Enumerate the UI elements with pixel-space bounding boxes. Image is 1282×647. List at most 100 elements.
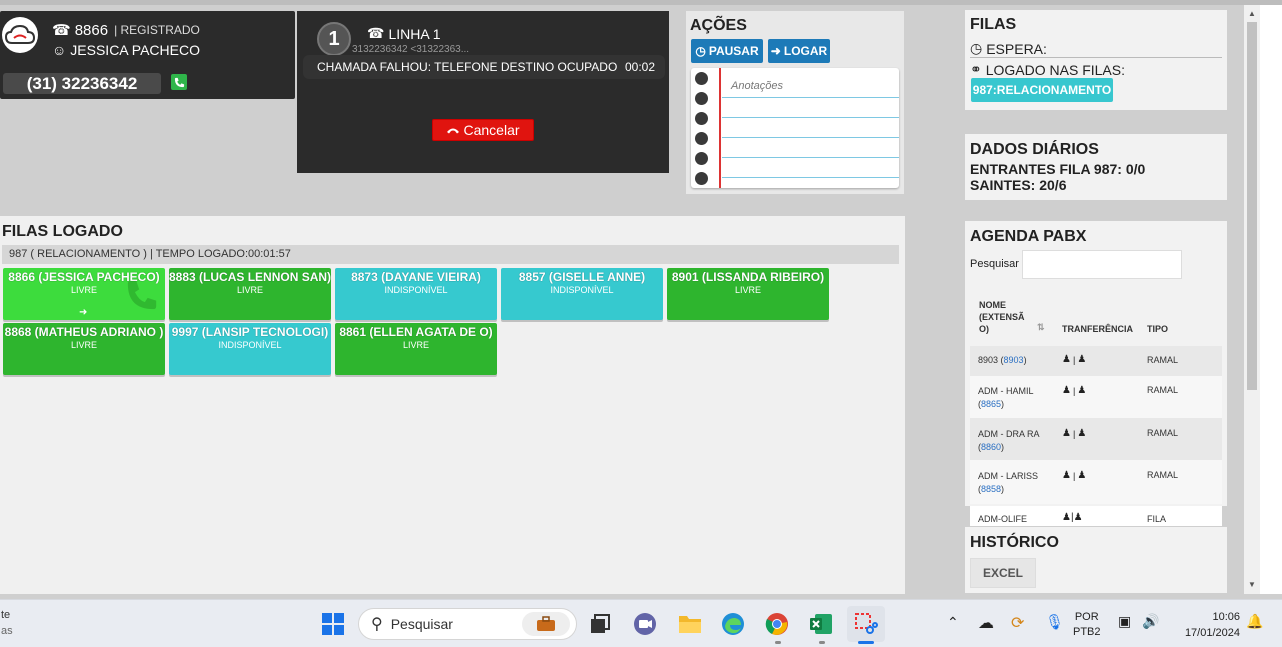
pause-button[interactable]: ◷ PAUSAR [691,39,763,63]
column-name[interactable]: NOME (EXTENSÃ O) [979,299,1027,335]
agent-tile-label: 8868 (MATHEUS ADRIANO ) [4,325,164,339]
contact-name: 8903 (8903) [978,355,1027,365]
extension-link[interactable]: 8865 [981,399,1001,409]
agent-tile-status: LIVRE [70,340,97,350]
notes-pad[interactable]: Anotações [691,68,899,188]
login-button[interactable]: ➜ LOGAR [768,39,830,63]
windows-start-icon[interactable] [321,612,345,636]
transfer-blind-icon[interactable]: ♟ [1077,354,1086,365]
notification-bell-icon[interactable]: 🔔 [1246,613,1263,630]
chevron-up-icon[interactable]: ⌃ [947,614,959,631]
taskbar-left-text: te [1,609,11,621]
notepad-margin-line [719,68,721,188]
transfer-user-icon[interactable]: ♟ [1062,385,1071,396]
transfer-icons: ♟ | ♟ [1062,470,1087,481]
queue-badge[interactable]: 987:RELACIONAMENTO [971,78,1113,102]
agent-tile[interactable]: 9997 (LANSIP TECNOLOGI) INDISPONÍVEL [169,323,331,375]
agent-tile[interactable]: 8873 (DAYANE VIEIRA) INDISPONÍVEL [335,268,497,320]
scroll-down-icon[interactable]: ▼ [1244,578,1260,592]
agent-tile[interactable]: 8857 (GISELLE ANNE) INDISPONÍVEL [501,268,663,320]
transfer-icons: ♟ | ♟ [1062,354,1087,365]
waiting-label: ESPERA: [986,40,1047,57]
line-panel: 1 ☎ LINHA 1 3132236342 <31322363... CHAM… [297,11,669,173]
file-explorer-icon[interactable] [678,612,702,636]
vertical-scrollbar[interactable]: ▲ ▼ [1244,5,1260,594]
history-panel: HISTÓRICO EXCEL [965,527,1227,593]
briefcase-icon [522,612,570,636]
extension-link[interactable]: 8903 [1004,355,1024,365]
agent-tile-status: LIVRE [236,285,263,295]
call-icon[interactable] [171,74,187,90]
network-icon[interactable]: ▣ [1118,613,1131,630]
extension-link[interactable]: 8858 [981,484,1001,494]
snipping-tool-icon[interactable] [854,612,878,636]
microphone-icon[interactable]: 🎙 [1045,613,1064,631]
transfer-icons: ♟ | ♟ [1062,385,1087,396]
agent-tile-label: 8857 (GISELLE ANNE) [518,270,646,284]
search-placeholder: Pesquisar [390,616,453,632]
queue-login-info: 987 ( RELACIONAMENTO ) | TEMPO LOGADO:00… [2,245,899,264]
column-type[interactable]: TIPO [1147,324,1168,334]
top-border [0,0,1282,5]
table-row: ADM-OLIFE ♟|♟ FILA [970,506,1222,526]
agent-tile-label: 8873 (DAYANE VIEIRA) [351,270,481,284]
table-row: 8903 (8903) ♟ | ♟ RAMAL [970,346,1222,376]
transfer-icons: ♟ | ♟ [1062,428,1087,439]
daily-data-title: DADOS DIÁRIOS [970,141,1099,158]
chrome-browser-icon[interactable] [765,612,789,636]
volume-icon[interactable]: 🔊 [1142,613,1159,630]
contact-name: ADM - DRA RA (8860) [978,429,1040,452]
agent-tile[interactable]: 8868 (MATHEUS ADRIANO ) LIVRE [3,323,165,375]
agent-tile[interactable]: 8861 (ELLEN AGATA DE O) LIVRE [335,323,497,375]
transfer-user-icon[interactable]: ♟ [1062,354,1071,365]
agent-tile[interactable]: 8883 (LUCAS LENNON SAN) LIVRE [169,268,331,320]
directory-search-input[interactable] [1022,250,1182,279]
cancel-label: Cancelar [463,122,520,138]
actions-title: AÇÕES [690,17,747,34]
agent-tile-label: 8901 (LISSANDA RIBEIRO) [671,270,825,284]
excel-export-button[interactable]: EXCEL [970,558,1036,588]
onedrive-icon[interactable]: ☁ [978,613,994,633]
agent-tile-status: LIVRE [734,285,761,295]
running-indicator [819,641,825,644]
scrollbar-thumb[interactable] [1247,22,1257,390]
queues-panel: FILAS ◷ ESPERA: ⚭ LOGADO NAS FILAS: 987:… [965,10,1227,110]
headset-icon: ⚭ [970,61,982,77]
registration-status: | REGISTRADO [114,23,200,37]
transfer-icons[interactable]: ♟|♟ [1062,512,1083,523]
phone-icon: ☎ [52,22,71,39]
taskbar-search[interactable]: ⚲ Pesquisar [358,608,577,640]
logged-queues-label: LOGADO NAS FILAS: [985,61,1125,78]
clock[interactable]: 10:06 17/01/2024 [1176,609,1240,641]
agent-tile-status: INDISPONÍVEL [550,285,614,295]
user-icon: ☺ [52,42,67,58]
waiting-row: ◷ ESPERA: [970,40,1047,57]
clock-icon: ◷ [970,40,983,56]
clock-date: 17/01/2024 [1184,627,1240,639]
line-caller-id: 3132236342 <31322363... [352,44,470,55]
transfer-user-icon[interactable]: ♟ [1062,470,1071,481]
agent-tile[interactable]: 8901 (LISSANDA RIBEIRO) LIVRE [667,268,829,320]
excel-icon[interactable] [809,612,833,636]
extension-link[interactable]: 8860 [981,442,1001,452]
cancel-call-button[interactable]: Cancelar [432,119,534,141]
cloud-logo-icon [2,17,38,53]
transfer-user-icon[interactable]: ♟ [1062,428,1071,439]
agent-tile-label: 9997 (LANSIP TECNOLOGI) [171,325,329,339]
agent-tile[interactable]: 8866 (JESSICA PACHECO) LIVRE ➜ [3,268,165,320]
scroll-up-icon[interactable]: ▲ [1244,7,1260,21]
sign-out-icon[interactable]: ➜ [79,307,87,318]
task-view-icon[interactable] [588,612,612,636]
divider [970,57,1222,58]
transfer-blind-icon[interactable]: ♟ [1077,428,1086,439]
edge-browser-icon[interactable] [721,612,745,636]
teams-chat-icon[interactable] [633,612,657,636]
language-indicator[interactable]: POR PTB2 [1073,610,1101,640]
transfer-blind-icon[interactable]: ♟ [1077,470,1086,481]
sync-icon[interactable]: ⟳ [1011,613,1024,633]
transfer-blind-icon[interactable]: ♟ [1077,385,1086,396]
line-label: LINHA 1 [388,25,441,42]
incoming-count: ENTRANTES FILA 987: 0/0 [970,161,1146,177]
sort-icon[interactable]: ⇅ [1037,322,1045,333]
agent-tile-label: 8861 (ELLEN AGATA DE O) [339,325,493,339]
